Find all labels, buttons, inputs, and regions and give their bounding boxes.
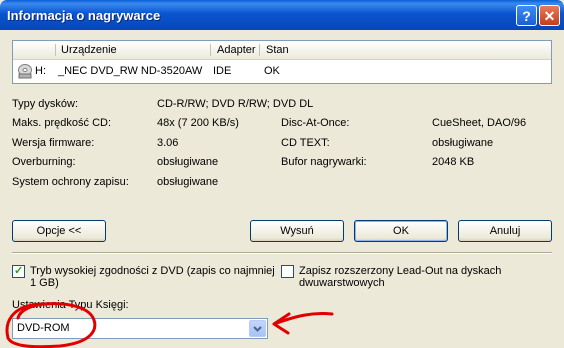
annotation-arrow [272,312,334,335]
annotation-circle [5,302,97,348]
annotation-overlay [5,302,334,348]
